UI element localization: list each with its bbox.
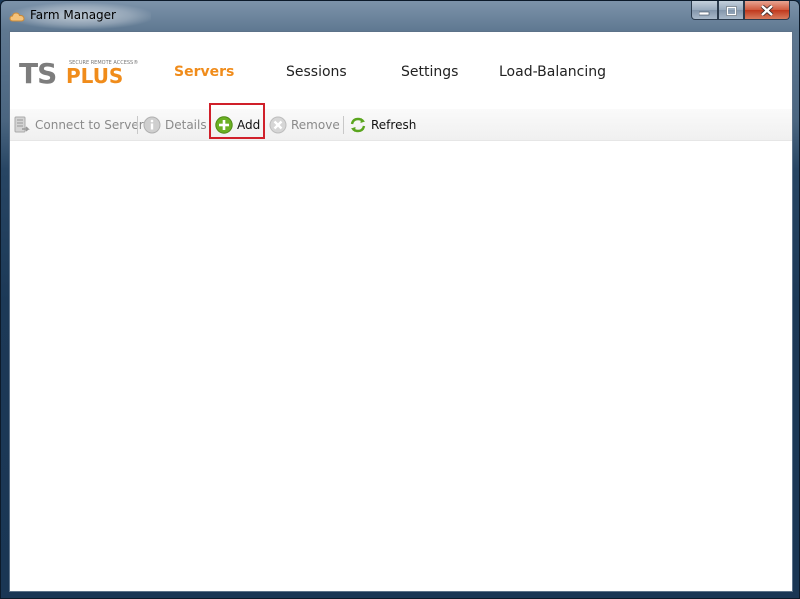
window-title: Farm Manager bbox=[30, 8, 116, 22]
add-button-highlight bbox=[209, 103, 265, 139]
close-icon bbox=[760, 1, 774, 20]
logo-plus: PLUS bbox=[66, 64, 123, 87]
tab-sessions[interactable]: Sessions bbox=[286, 64, 347, 80]
maximize-button[interactable] bbox=[718, 1, 744, 20]
server-connect-icon bbox=[13, 116, 31, 134]
minimize-icon bbox=[698, 1, 710, 20]
farm-manager-window: Farm Manager TS PLUS SECURE REMOTE ACCES… bbox=[0, 0, 800, 599]
connect-to-server-button[interactable]: Connect to Server bbox=[13, 114, 144, 136]
maximize-icon bbox=[725, 1, 737, 20]
tab-settings[interactable]: Settings bbox=[401, 64, 458, 80]
toolbar-separator bbox=[343, 116, 344, 134]
remove-icon bbox=[269, 116, 287, 134]
minimize-button[interactable] bbox=[691, 1, 718, 20]
toolbar-separator bbox=[137, 116, 138, 134]
refresh-label: Refresh bbox=[371, 118, 417, 132]
info-icon bbox=[143, 116, 161, 134]
logo-ts: TS bbox=[19, 57, 56, 87]
connect-to-server-label: Connect to Server bbox=[35, 118, 144, 132]
tab-servers[interactable]: Servers bbox=[174, 64, 234, 80]
cloud-icon bbox=[9, 8, 25, 22]
logo-tagline: SECURE REMOTE ACCESS® bbox=[69, 59, 138, 66]
tsplus-logo: TS PLUS SECURE REMOTE ACCESS® bbox=[19, 57, 143, 90]
details-label: Details bbox=[165, 118, 207, 132]
refresh-icon bbox=[349, 116, 367, 134]
remove-button[interactable]: Remove bbox=[269, 114, 340, 136]
remove-label: Remove bbox=[291, 118, 340, 132]
title-bar[interactable]: Farm Manager bbox=[1, 1, 799, 31]
servers-content-area bbox=[10, 141, 792, 591]
toolbar: Connect to Server Details Add Remove Ref… bbox=[10, 109, 792, 141]
client-area: TS PLUS SECURE REMOTE ACCESS® Servers Se… bbox=[9, 31, 793, 592]
refresh-button[interactable]: Refresh bbox=[349, 114, 416, 136]
details-button[interactable]: Details bbox=[143, 114, 207, 136]
tab-load-balancing[interactable]: Load-Balancing bbox=[499, 64, 606, 80]
close-button[interactable] bbox=[744, 1, 790, 20]
app-header: TS PLUS SECURE REMOTE ACCESS® Servers Se… bbox=[10, 32, 792, 108]
